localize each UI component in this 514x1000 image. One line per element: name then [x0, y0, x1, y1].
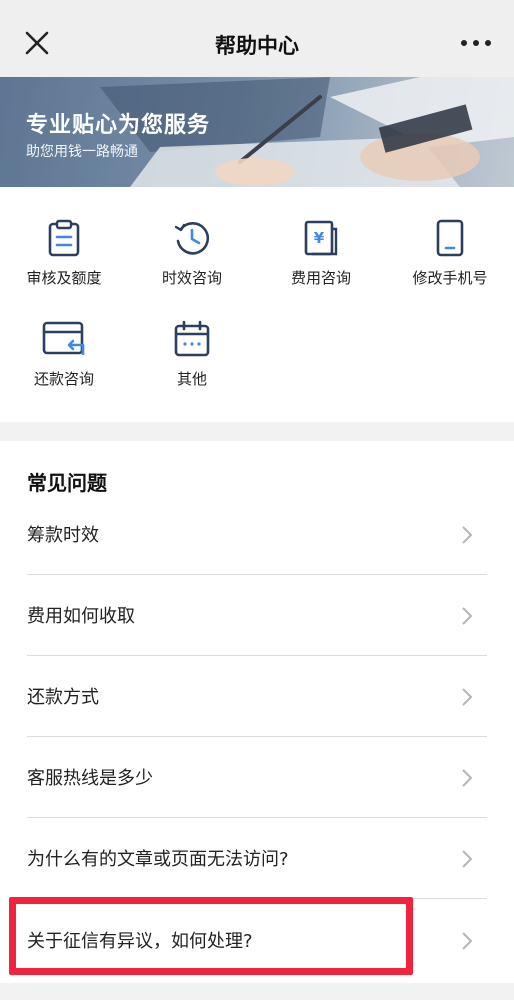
chevron-right-icon [462, 932, 473, 950]
faq-item[interactable]: 筹款时效 [27, 494, 487, 575]
banner-title: 专业贴心为您服务 [26, 113, 211, 138]
category-change-phone[interactable]: 修改手机号 [386, 219, 514, 309]
category-grid: 审核及额度 时效咨询 ¥ 费用咨询 修改手机号 还款咨询 其他 [0, 187, 514, 422]
chevron-right-icon [462, 526, 473, 544]
category-label: 还款咨询 [33, 370, 94, 388]
chevron-right-icon [462, 688, 473, 706]
faq-item-text: 费用如何收取 [27, 606, 135, 627]
category-other[interactable]: 其他 [128, 320, 256, 410]
yen-document-icon: ¥ [304, 220, 338, 256]
top-navbar: 帮助中心 [0, 0, 514, 77]
faq-item[interactable]: 为什么有的文章或页面无法访问? [27, 818, 487, 899]
chevron-right-icon [462, 607, 473, 625]
category-label: 时效咨询 [161, 269, 222, 287]
more-dots-icon[interactable] [460, 36, 492, 50]
category-label: 修改手机号 [412, 269, 488, 287]
faq-item-text: 筹款时效 [27, 525, 99, 546]
chevron-right-icon [462, 769, 473, 787]
faq-heading: 常见问题 [27, 471, 107, 495]
card-return-icon [42, 321, 85, 355]
faq-item-text: 还款方式 [27, 687, 99, 708]
faq-item-text: 为什么有的文章或页面无法访问? [27, 849, 289, 870]
page-title: 帮助中心 [215, 34, 299, 58]
category-timeliness[interactable]: 时效咨询 [128, 219, 256, 309]
category-repayment[interactable]: 还款咨询 [0, 320, 128, 410]
banner-subtitle: 助您用钱一路畅通 [26, 144, 138, 160]
faq-item-text: 关于征信有异议，如何处理? [27, 931, 253, 952]
phone-icon [436, 219, 464, 257]
divider [27, 898, 487, 899]
calendar-icon [174, 320, 210, 357]
category-label: 审核及额度 [26, 269, 102, 287]
faq-item[interactable]: 费用如何收取 [27, 575, 487, 656]
help-banner[interactable]: 专业贴心为您服务 助您用钱一路畅通 [0, 77, 514, 187]
category-label: 费用咨询 [290, 269, 351, 287]
clock-icon [174, 222, 210, 255]
category-fees[interactable]: ¥ 费用咨询 [257, 219, 385, 309]
category-label: 其他 [176, 370, 207, 388]
faq-item[interactable]: 客服热线是多少 [27, 737, 487, 818]
faq-section: 常见问题 筹款时效 费用如何收取 还款方式 客服热线是多少 为什么有的文章或页面… [0, 441, 514, 983]
faq-item[interactable]: 还款方式 [27, 656, 487, 737]
faq-item[interactable]: 关于征信有异议，如何处理? [27, 900, 487, 981]
category-review-quota[interactable]: 审核及额度 [0, 219, 128, 309]
clipboard-icon [48, 219, 80, 257]
chevron-right-icon [462, 850, 473, 868]
faq-item-text: 客服热线是多少 [27, 768, 153, 789]
svg-text:¥: ¥ [314, 229, 325, 247]
